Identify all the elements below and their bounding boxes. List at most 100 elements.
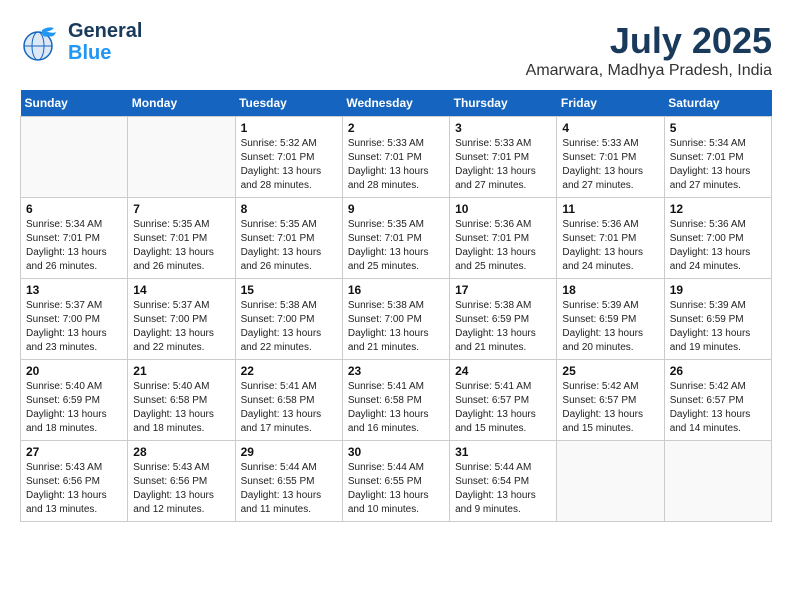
day-info: Sunrise: 5:40 AMSunset: 6:59 PMDaylight:… (26, 380, 122, 436)
day-number: 27 (26, 445, 122, 459)
calendar-cell: 2 Sunrise: 5:33 AMSunset: 7:01 PMDaylight… (342, 117, 449, 198)
calendar-cell: 20 Sunrise: 5:40 AMSunset: 6:59 PMDayligh… (21, 360, 128, 441)
week-row-3: 13 Sunrise: 5:37 AMSunset: 7:00 PMDayligh… (21, 279, 772, 360)
calendar-cell: 9Sunrise: 5:35 AMSunset: 7:01 PMDaylight… (342, 198, 449, 279)
weekday-header-friday: Friday (557, 90, 664, 117)
day-info: Sunrise: 5:42 AMSunset: 6:57 PMDaylight:… (562, 380, 658, 436)
day-number: 3 (455, 121, 551, 135)
day-number: 22 (241, 364, 337, 378)
day-info: Sunrise: 5:44 AMSunset: 6:54 PMDaylight:… (455, 461, 551, 517)
day-info: Sunrise: 5:34 AMSunset: 7:01 PMDaylight:… (670, 137, 766, 193)
weekday-header-wednesday: Wednesday (342, 90, 449, 117)
day-info: Sunrise: 5:41 AMSunset: 6:57 PMDaylight:… (455, 380, 551, 436)
calendar-cell: 25 Sunrise: 5:42 AMSunset: 6:57 PMDayligh… (557, 360, 664, 441)
calendar-cell: 7 Sunrise: 5:35 AMSunset: 7:01 PMDaylight… (128, 198, 235, 279)
day-info: Sunrise: 5:43 AMSunset: 6:56 PMDaylight:… (133, 461, 229, 517)
calendar-cell: 26 Sunrise: 5:42 AMSunset: 6:57 PMDayligh… (664, 360, 771, 441)
day-info: Sunrise: 5:44 AMSunset: 6:55 PMDaylight:… (241, 461, 337, 517)
day-number: 10 (455, 202, 551, 216)
calendar-cell: 1 Sunrise: 5:32 AMSunset: 7:01 PMDaylight… (235, 117, 342, 198)
day-number: 11 (562, 202, 658, 216)
logo-text: General Blue (68, 20, 142, 64)
day-info: Sunrise: 5:38 AMSunset: 6:59 PMDaylight:… (455, 299, 551, 355)
day-info: Sunrise: 5:43 AMSunset: 6:56 PMDaylight:… (26, 461, 122, 517)
calendar-cell: 14Sunrise: 5:37 AMSunset: 7:00 PMDayligh… (128, 279, 235, 360)
day-number: 30 (348, 445, 444, 459)
day-info: Sunrise: 5:36 AMSunset: 7:01 PMDaylight:… (562, 218, 658, 274)
weekday-header-tuesday: Tuesday (235, 90, 342, 117)
day-info: Sunrise: 5:33 AMSunset: 7:01 PMDaylight:… (455, 137, 551, 193)
day-info: Sunrise: 5:38 AMSunset: 7:00 PMDaylight:… (241, 299, 337, 355)
day-number: 13 (26, 283, 122, 297)
day-number: 28 (133, 445, 229, 459)
day-info: Sunrise: 5:42 AMSunset: 6:57 PMDaylight:… (670, 380, 766, 436)
day-info: Sunrise: 5:36 AMSunset: 7:01 PMDaylight:… (455, 218, 551, 274)
calendar-cell: 10 Sunrise: 5:36 AMSunset: 7:01 PMDayligh… (450, 198, 557, 279)
weekday-header-thursday: Thursday (450, 90, 557, 117)
calendar-cell: 21 Sunrise: 5:40 AMSunset: 6:58 PMDayligh… (128, 360, 235, 441)
calendar-cell: 8 Sunrise: 5:35 AMSunset: 7:01 PMDaylight… (235, 198, 342, 279)
day-info: Sunrise: 5:33 AMSunset: 7:01 PMDaylight:… (562, 137, 658, 193)
logo-icon (20, 20, 64, 64)
logo: General Blue (20, 20, 142, 64)
day-info: Sunrise: 5:35 AMSunset: 7:01 PMDaylight:… (133, 218, 229, 274)
calendar-cell: 22Sunrise: 5:41 AMSunset: 6:58 PMDayligh… (235, 360, 342, 441)
day-number: 6 (26, 202, 122, 216)
day-number: 24 (455, 364, 551, 378)
week-row-5: 27 Sunrise: 5:43 AMSunset: 6:56 PMDayligh… (21, 441, 772, 522)
day-info: Sunrise: 5:33 AMSunset: 7:01 PMDaylight:… (348, 137, 444, 193)
calendar-cell: 15 Sunrise: 5:38 AMSunset: 7:00 PMDayligh… (235, 279, 342, 360)
day-number: 18 (562, 283, 658, 297)
week-row-4: 20 Sunrise: 5:40 AMSunset: 6:59 PMDayligh… (21, 360, 772, 441)
calendar-cell (664, 441, 771, 522)
day-number: 17 (455, 283, 551, 297)
location-title: Amarwara, Madhya Pradesh, India (526, 62, 772, 80)
calendar-cell: 6 Sunrise: 5:34 AMSunset: 7:01 PMDaylight… (21, 198, 128, 279)
calendar-cell: 27 Sunrise: 5:43 AMSunset: 6:56 PMDayligh… (21, 441, 128, 522)
month-title: July 2025 (526, 20, 772, 62)
calendar-cell: 18 Sunrise: 5:39 AMSunset: 6:59 PMDayligh… (557, 279, 664, 360)
day-number: 15 (241, 283, 337, 297)
day-number: 4 (562, 121, 658, 135)
day-info: Sunrise: 5:40 AMSunset: 6:58 PMDaylight:… (133, 380, 229, 436)
day-info: Sunrise: 5:37 AMSunset: 7:00 PMDaylight:… (26, 299, 122, 355)
weekday-header-saturday: Saturday (664, 90, 771, 117)
day-info: Sunrise: 5:36 AMSunset: 7:00 PMDaylight:… (670, 218, 766, 274)
day-number: 19 (670, 283, 766, 297)
day-info: Sunrise: 5:39 AMSunset: 6:59 PMDaylight:… (562, 299, 658, 355)
day-number: 7 (133, 202, 229, 216)
calendar-cell: 12Sunrise: 5:36 AMSunset: 7:00 PMDayligh… (664, 198, 771, 279)
day-number: 1 (241, 121, 337, 135)
calendar-cell (557, 441, 664, 522)
calendar-cell: 24 Sunrise: 5:41 AMSunset: 6:57 PMDayligh… (450, 360, 557, 441)
weekday-header-sunday: Sunday (21, 90, 128, 117)
day-number: 8 (241, 202, 337, 216)
calendar-cell (128, 117, 235, 198)
calendar-cell: 17 Sunrise: 5:38 AMSunset: 6:59 PMDayligh… (450, 279, 557, 360)
day-info: Sunrise: 5:38 AMSunset: 7:00 PMDaylight:… (348, 299, 444, 355)
day-number: 5 (670, 121, 766, 135)
calendar-cell: 5 Sunrise: 5:34 AMSunset: 7:01 PMDaylight… (664, 117, 771, 198)
day-number: 2 (348, 121, 444, 135)
calendar-cell: 30Sunrise: 5:44 AMSunset: 6:55 PMDayligh… (342, 441, 449, 522)
page-header: General Blue July 2025 Amarwara, Madhya … (20, 20, 772, 80)
day-number: 25 (562, 364, 658, 378)
day-number: 29 (241, 445, 337, 459)
calendar-cell: 28 Sunrise: 5:43 AMSunset: 6:56 PMDayligh… (128, 441, 235, 522)
day-info: Sunrise: 5:41 AMSunset: 6:58 PMDaylight:… (348, 380, 444, 436)
day-info: Sunrise: 5:39 AMSunset: 6:59 PMDaylight:… (670, 299, 766, 355)
day-info: Sunrise: 5:32 AMSunset: 7:01 PMDaylight:… (241, 137, 337, 193)
calendar-cell: 19 Sunrise: 5:39 AMSunset: 6:59 PMDayligh… (664, 279, 771, 360)
weekday-header-monday: Monday (128, 90, 235, 117)
day-info: Sunrise: 5:34 AMSunset: 7:01 PMDaylight:… (26, 218, 122, 274)
day-number: 31 (455, 445, 551, 459)
calendar-header-row: SundayMondayTuesdayWednesdayThursdayFrid… (21, 90, 772, 117)
calendar-cell: 13 Sunrise: 5:37 AMSunset: 7:00 PMDayligh… (21, 279, 128, 360)
calendar-cell: 31 Sunrise: 5:44 AMSunset: 6:54 PMDayligh… (450, 441, 557, 522)
day-number: 26 (670, 364, 766, 378)
day-number: 21 (133, 364, 229, 378)
day-info: Sunrise: 5:35 AMSunset: 7:01 PMDaylight:… (241, 218, 337, 274)
day-number: 14 (133, 283, 229, 297)
day-number: 23 (348, 364, 444, 378)
day-number: 20 (26, 364, 122, 378)
